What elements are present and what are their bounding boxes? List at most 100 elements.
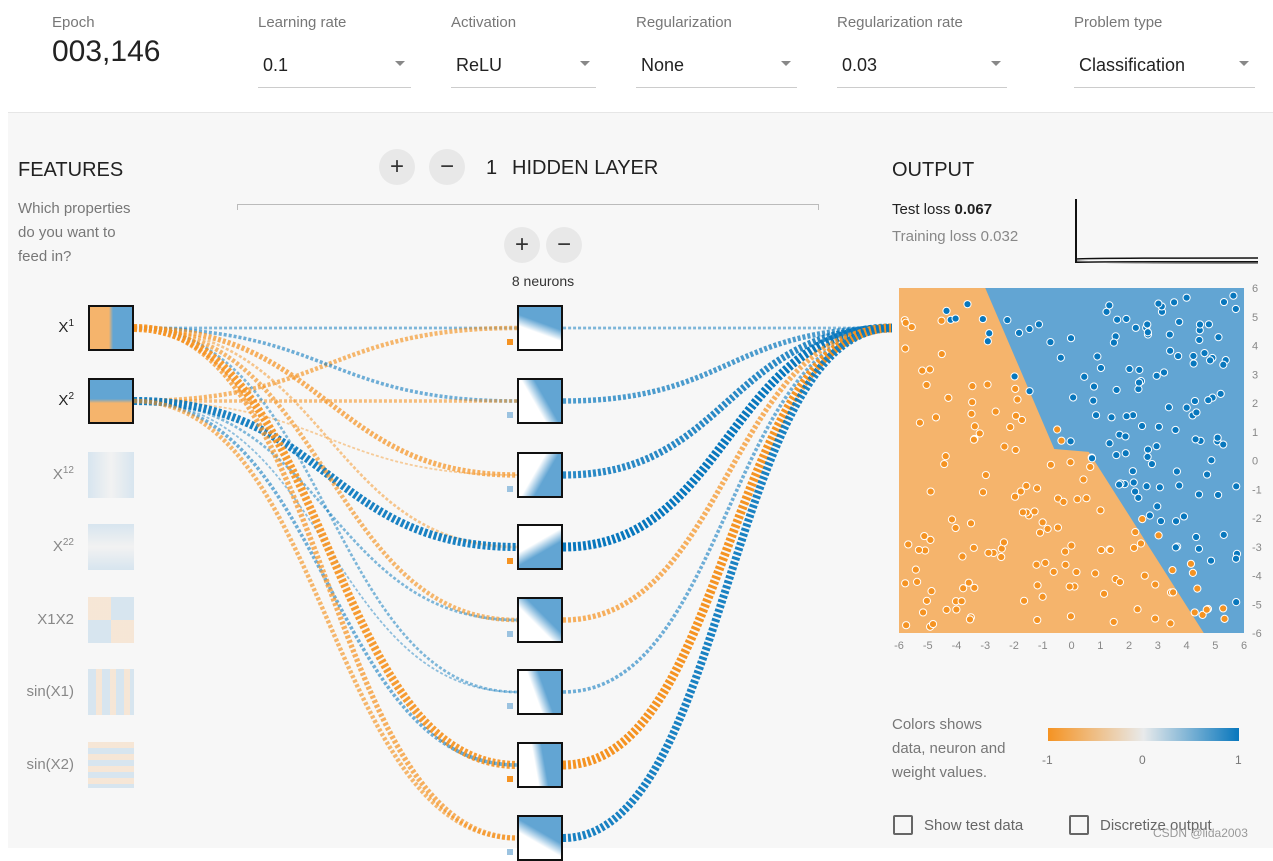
- neuron-5[interactable]: [517, 669, 563, 715]
- data-point: [1219, 297, 1229, 307]
- top-controls-bar: Epoch 003,146 Learning rate 0.1 Activation…: [0, 0, 1273, 112]
- data-point: [957, 597, 966, 606]
- data-point: [1046, 460, 1055, 469]
- dropdown[interactable]: 0.03: [837, 52, 1007, 88]
- data-point: [1122, 314, 1131, 324]
- data-point: [1154, 299, 1163, 308]
- show-test-data-checkbox[interactable]: [893, 815, 913, 835]
- data-point: [1142, 482, 1151, 491]
- data-point: [966, 519, 976, 528]
- data-point: [1079, 475, 1088, 484]
- color-legend-text: Colors shows data, neuron and weight val…: [892, 716, 1006, 781]
- neuron-2[interactable]: [517, 452, 563, 498]
- weight-link[interactable]: [133, 398, 518, 841]
- feature-label-6: sin(X2): [26, 756, 74, 773]
- data-point: [985, 329, 994, 338]
- data-point: [1172, 467, 1181, 476]
- data-point: [1106, 545, 1115, 555]
- bias-indicator: [507, 412, 513, 418]
- data-point: [1105, 439, 1114, 448]
- feature-toggle-2[interactable]: [88, 452, 134, 498]
- weight-link[interactable]: [562, 323, 893, 843]
- data-point: [1089, 382, 1099, 391]
- data-point: [1112, 450, 1121, 460]
- legend-tick: -1: [1042, 753, 1053, 767]
- data-point: [1186, 559, 1196, 568]
- data-point: [1091, 569, 1100, 578]
- legend-tick: 0: [1139, 753, 1146, 767]
- feature-toggle-5[interactable]: [88, 669, 134, 715]
- data-point: [901, 344, 910, 353]
- dropdown[interactable]: Classification: [1074, 52, 1255, 88]
- data-point: [1073, 495, 1082, 504]
- data-point: [1169, 298, 1179, 307]
- chevron-down-icon: [1239, 61, 1249, 66]
- control-learning-rate: Learning rate 0.1: [258, 14, 411, 88]
- data-point: [1164, 403, 1173, 412]
- weight-link[interactable]: [562, 323, 893, 770]
- data-point: [942, 605, 951, 614]
- neuron-4[interactable]: [517, 597, 563, 643]
- data-point: [951, 523, 960, 533]
- data-point: [1072, 567, 1081, 577]
- discretize-output-checkbox[interactable]: [1069, 815, 1089, 835]
- feature-label-1: X2: [58, 391, 74, 409]
- bias-indicator: [507, 631, 513, 637]
- data-point: [1143, 452, 1152, 462]
- data-point: [1099, 589, 1109, 598]
- data-point: [1232, 482, 1241, 491]
- y-tick-label: -4: [1252, 571, 1262, 583]
- x-tick-label: 5: [1212, 640, 1218, 652]
- data-point: [926, 487, 935, 496]
- neuron-3[interactable]: [517, 524, 563, 570]
- data-point: [1207, 456, 1216, 465]
- weight-link[interactable]: [562, 324, 893, 479]
- data-point: [1166, 346, 1175, 355]
- output-title: OUTPUT: [892, 159, 975, 181]
- data-point: [1113, 315, 1122, 324]
- data-point: [927, 587, 936, 596]
- dropdown[interactable]: None: [636, 52, 797, 88]
- neuron-0[interactable]: [517, 305, 563, 351]
- neuron-1[interactable]: [517, 378, 563, 424]
- data-point: [959, 584, 968, 593]
- data-point: [1189, 351, 1198, 361]
- weight-link[interactable]: [562, 326, 893, 694]
- feature-toggle-4[interactable]: [88, 597, 134, 643]
- weight-link[interactable]: [133, 400, 518, 693]
- feature-toggle-0[interactable]: [88, 305, 134, 351]
- weight-link[interactable]: [133, 396, 518, 552]
- dropdown[interactable]: ReLU: [451, 52, 596, 88]
- feature-toggle-3[interactable]: [88, 524, 134, 570]
- watermark: CSDN @lida2003: [1153, 826, 1248, 840]
- weight-link[interactable]: [133, 323, 518, 770]
- data-point: [941, 452, 950, 461]
- data-point: [902, 621, 911, 630]
- x-tick-label: 2: [1126, 640, 1132, 652]
- neuron-6[interactable]: [517, 742, 563, 788]
- data-point: [1213, 433, 1222, 442]
- x-tick-label: -4: [952, 640, 962, 652]
- y-tick-label: -1: [1252, 484, 1262, 496]
- data-point: [1154, 531, 1163, 540]
- weight-link[interactable]: [133, 399, 518, 767]
- feature-toggle-1[interactable]: [88, 378, 134, 424]
- data-point: [912, 577, 922, 587]
- output-decision-plot: -6 -6 -5 -5 -4 -4 -3 -3 -2 -2 -1 -1 0 0 1 1 2 2 3 3 4 4 5 5 6 6: [894, 283, 1262, 652]
- weight-link[interactable]: [133, 326, 518, 694]
- data-point: [1035, 528, 1045, 537]
- weight-link[interactable]: [133, 400, 518, 476]
- data-point: [1034, 320, 1044, 329]
- neuron-7[interactable]: [517, 815, 563, 861]
- data-point: [1011, 411, 1021, 420]
- data-point: [1131, 323, 1140, 332]
- control-problem-type: Problem type Classification: [1074, 14, 1255, 88]
- feature-toggle-6[interactable]: [88, 742, 134, 788]
- y-tick-label: 3: [1252, 369, 1258, 381]
- y-tick-label: -3: [1252, 542, 1262, 554]
- show-test-data-label[interactable]: Show test data: [924, 817, 1023, 834]
- dropdown[interactable]: 0.1: [258, 52, 411, 88]
- y-tick-label: 2: [1252, 398, 1258, 410]
- data-point: [970, 422, 979, 431]
- weight-link[interactable]: [133, 326, 518, 403]
